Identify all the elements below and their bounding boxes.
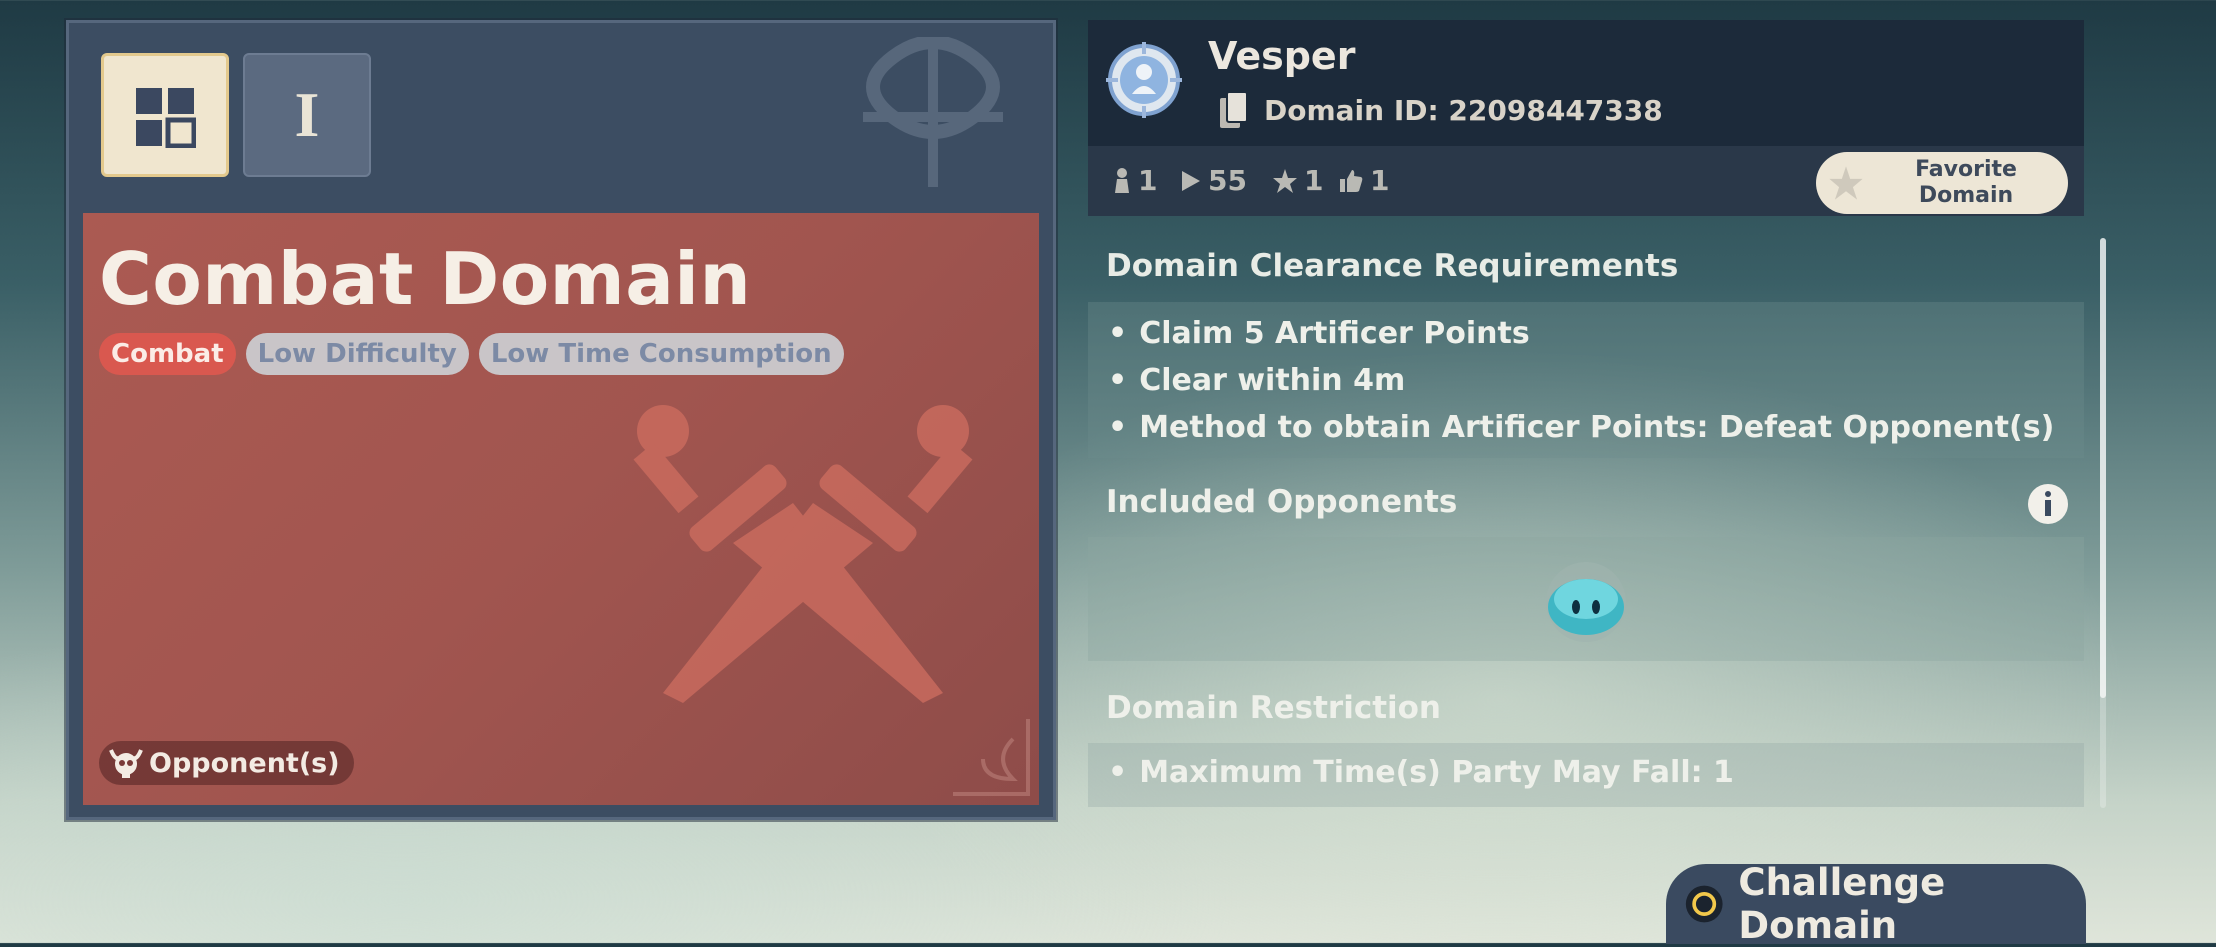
tab-overview[interactable]: [101, 53, 229, 177]
stat-likes-value: 1: [1370, 164, 1390, 197]
corner-ornament-icon: [953, 719, 1030, 796]
tab-stage-label: I: [294, 79, 320, 150]
play-icon: [1182, 170, 1200, 191]
stat-plays-value: 55: [1208, 164, 1247, 197]
stat-stars-value: 1: [1304, 164, 1324, 197]
requirements-list: Claim 5 Artificer Points Clear within 4m…: [1088, 302, 2084, 458]
challenge-domain-button[interactable]: Challenge Domain: [1666, 861, 2086, 947]
crossed-swords-icon: [633, 405, 973, 703]
domain-id-row: Domain ID: 22098447338: [1218, 90, 1663, 130]
restriction-title: Domain Restriction: [1106, 690, 1442, 726]
opponents-badge: Opponent(s): [99, 741, 354, 785]
domain-preview-card: I Combat Domain Combat Low Difficulty Lo…: [66, 20, 1056, 820]
favorite-domain-button[interactable]: Favorite Domain: [1816, 152, 2068, 214]
restriction-item: Maximum Time(s) Party May Fall: 1: [1108, 755, 1734, 790]
stat-stars: 1: [1272, 164, 1323, 197]
info-icon[interactable]: [2026, 482, 2070, 526]
favorite-label-line1: Favorite: [1915, 157, 2017, 182]
knot-ornament-icon: [863, 37, 1003, 187]
author-name: Vesper: [1208, 34, 1356, 78]
domain-title: Combat Domain: [99, 237, 752, 321]
tag-list: Combat Low Difficulty Low Time Consumpti…: [99, 333, 844, 375]
person-icon: [1115, 167, 1129, 193]
restriction-list: Maximum Time(s) Party May Fall: 1: [1088, 743, 2084, 807]
tag-combat: Combat: [99, 333, 236, 375]
domain-id: Domain ID: 22098447338: [1264, 93, 1663, 127]
author-header: Vesper Domain ID: 22098447338 1 55 1 1 F…: [1088, 20, 2084, 216]
scrollbar-thumb[interactable]: [2100, 238, 2106, 698]
requirement-item: Claim 5 Artificer Points: [1108, 316, 1530, 351]
opponents-list: [1088, 537, 2084, 661]
thumbs-up-icon: [1340, 169, 1363, 192]
challenge-domain-label: Challenge Domain: [1738, 861, 1946, 947]
circle-button-icon: [1685, 885, 1723, 923]
favorite-label: Favorite Domain: [1864, 157, 2068, 209]
star-outline-icon: [1829, 166, 1863, 200]
requirements-title: Domain Clearance Requirements: [1106, 248, 1679, 284]
author-info: Vesper Domain ID: 22098447338: [1088, 20, 2084, 146]
copy-icon[interactable]: [1218, 90, 1250, 130]
requirement-item: Clear within 4m: [1108, 363, 1405, 398]
stat-likes: 1: [1338, 164, 1389, 197]
tag-time: Low Time Consumption: [478, 333, 844, 375]
grid-icon: [136, 88, 196, 148]
favorite-label-line2: Domain: [1918, 183, 2014, 208]
avatar[interactable]: [1104, 40, 1184, 120]
domain-info-panel: Combat Domain Combat Low Difficulty Low …: [83, 213, 1039, 805]
opponents-title: Included Opponents: [1106, 484, 1458, 520]
tag-difficulty: Low Difficulty: [245, 333, 469, 375]
opponents-label: Opponent(s): [149, 747, 340, 779]
domain-stats-bar: 1 55 1 1 Favorite Domain: [1088, 146, 2084, 216]
star-icon: [1273, 168, 1297, 193]
stat-plays: 55: [1180, 164, 1247, 197]
hydro-slime-icon[interactable]: [1536, 557, 1636, 647]
skull-horns-icon: [109, 749, 143, 778]
stat-players-value: 1: [1138, 164, 1158, 197]
tab-stage-1[interactable]: I: [243, 53, 371, 177]
requirement-item: Method to obtain Artificer Points: Defea…: [1108, 410, 2054, 445]
stat-players: 1: [1112, 164, 1157, 197]
